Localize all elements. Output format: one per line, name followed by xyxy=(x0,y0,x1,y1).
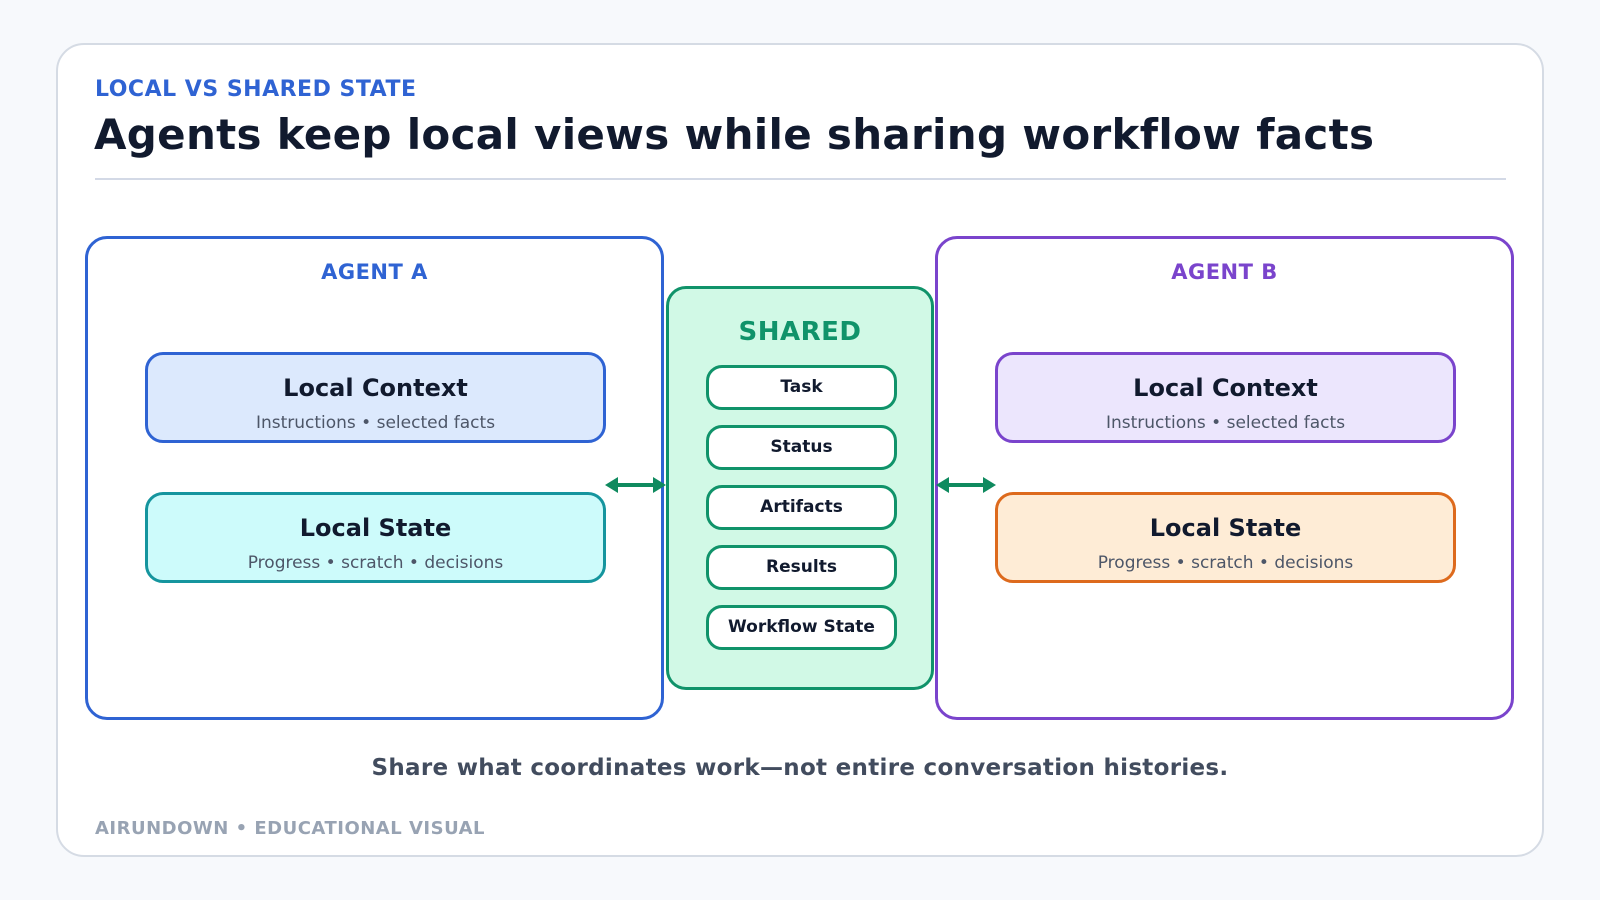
arrow-shared-agent-b xyxy=(936,477,996,493)
arrow-agent-a-shared xyxy=(605,477,666,493)
caption: Share what coordinates work—not entire c… xyxy=(371,755,1229,781)
footer-credit: AIRUNDOWN • EDUCATIONAL VISUAL xyxy=(95,818,486,839)
